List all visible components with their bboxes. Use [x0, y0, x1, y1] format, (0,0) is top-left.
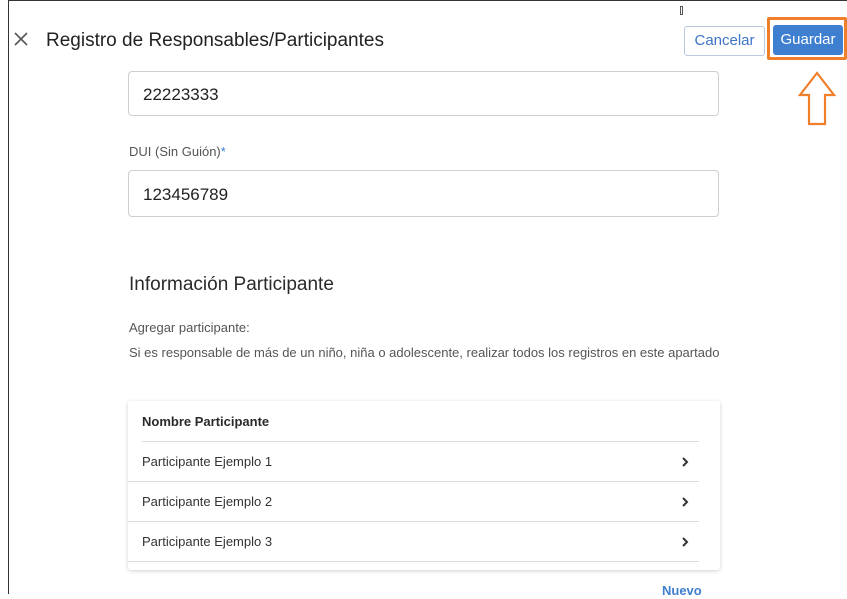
up-arrow-icon [798, 71, 836, 126]
required-mark: * [220, 144, 226, 159]
page-title: Registro de Responsables/Participantes [46, 30, 384, 51]
help-text-body: Si es responsable de más de un niño, niñ… [129, 345, 720, 360]
screenshot-frame-top [8, 0, 847, 1]
chevron-right-icon [682, 457, 689, 467]
save-button[interactable]: Guardar [773, 25, 843, 55]
column-header-name: Nombre Participante [142, 401, 699, 442]
help-text-title: Agregar participante: [129, 320, 250, 335]
close-icon[interactable] [12, 30, 30, 48]
row-label: Participante Ejemplo 3 [142, 534, 273, 549]
row-label: Participante Ejemplo 1 [142, 454, 273, 469]
phone-field[interactable]: 22223333 [128, 71, 719, 116]
frame-marker [680, 6, 683, 15]
table-row[interactable]: Participante Ejemplo 2 [128, 482, 699, 522]
dui-field[interactable]: 123456789 [128, 170, 719, 217]
participants-table: Nombre Participante Participante Ejemplo… [128, 401, 720, 570]
screenshot-frame-left [8, 0, 9, 594]
new-participant-button[interactable]: Nuevo [662, 583, 702, 599]
dialog-header: Registro de Responsables/Participantes C… [0, 17, 847, 62]
dui-label-text: DUI (Sin Guión) [129, 144, 221, 159]
table-row[interactable]: Participante Ejemplo 3 [128, 522, 699, 562]
row-label: Participante Ejemplo 2 [142, 494, 273, 509]
chevron-right-icon [682, 537, 689, 547]
table-row[interactable]: Participante Ejemplo 1 [128, 442, 699, 482]
chevron-right-icon [682, 497, 689, 507]
section-title: Información Participante [129, 274, 334, 295]
dui-label: DUI (Sin Guión)* [129, 144, 226, 159]
cancel-button[interactable]: Cancelar [684, 26, 765, 56]
